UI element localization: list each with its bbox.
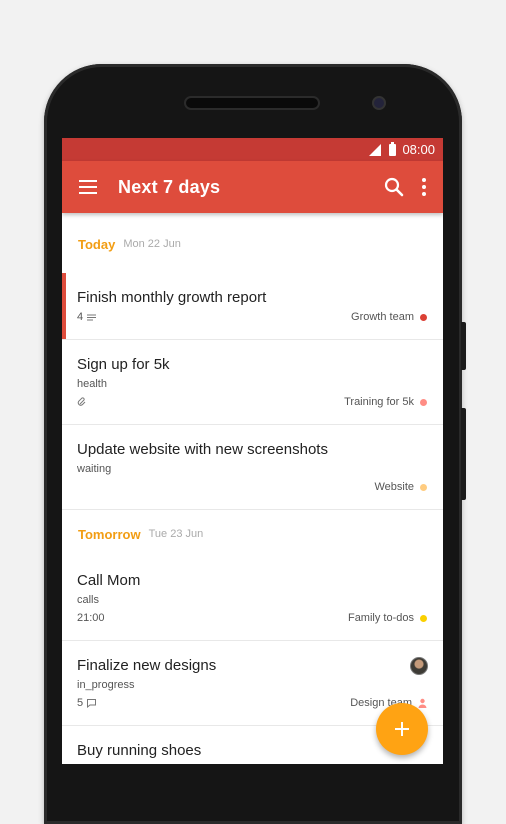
selected-indicator	[62, 273, 66, 339]
task-time: 21:00	[77, 612, 105, 624]
task-list: Today Mon 22 Jun Finish monthly growth r…	[62, 213, 443, 764]
add-task-button[interactable]	[376, 703, 428, 755]
search-icon[interactable]	[383, 176, 405, 198]
assignee-avatar[interactable]	[410, 657, 428, 675]
task-label: in_progress	[77, 679, 135, 691]
project-name: Family to-dos	[347, 612, 414, 624]
power-button	[461, 408, 466, 500]
task-item[interactable]: Finish monthly growth report 4 Growth te…	[62, 273, 443, 340]
project-name: Training for 5k	[344, 396, 414, 408]
app-screen: 08:00 Next 7 days Today Mon 22 Jun Finis…	[62, 138, 443, 764]
task-comments: 4	[77, 311, 97, 323]
task-label: health	[77, 378, 107, 390]
project-name: Growth team	[351, 311, 414, 323]
menu-icon[interactable]	[79, 180, 97, 194]
project-color-dot	[420, 614, 427, 622]
section-day: Tomorrow	[78, 526, 141, 542]
task-item[interactable]: Update website with new screenshots wait…	[62, 425, 443, 510]
task-item[interactable]: Call Mom calls 21:00 Family to-dos	[62, 556, 443, 641]
section-header-tomorrow: Tomorrow Tue 23 Jun	[62, 510, 443, 556]
task-label: waiting	[77, 463, 112, 475]
task-project[interactable]: Family to-dos	[348, 612, 427, 624]
more-vert-icon[interactable]	[421, 178, 427, 196]
task-name: Update website with new screenshots	[77, 441, 328, 458]
section-date: Mon 22 Jun	[123, 238, 181, 250]
task-comments: 5	[77, 697, 97, 709]
task-project[interactable]: Growth team	[351, 311, 427, 323]
task-project[interactable]: Training for 5k	[344, 396, 427, 408]
project-color-dot	[420, 313, 427, 321]
battery-icon	[389, 141, 397, 156]
section-date: Tue 23 Jun	[148, 528, 204, 540]
task-name: Sign up for 5k	[77, 356, 170, 373]
paperclip-icon	[77, 397, 86, 406]
section-header-today: Today Mon 22 Jun	[62, 213, 443, 273]
comment-count: 4	[77, 311, 84, 323]
task-label: calls	[77, 594, 100, 606]
signal-icon	[369, 143, 382, 156]
task-project[interactable]: Website	[374, 481, 427, 493]
notes-icon	[87, 314, 97, 320]
project-color-dot	[420, 483, 427, 491]
phone-camera	[372, 96, 386, 110]
app-bar: Next 7 days	[62, 161, 443, 213]
task-name: Call Mom	[77, 572, 141, 589]
person-icon	[418, 698, 427, 708]
page-title: Next 7 days	[118, 176, 221, 197]
volume-button	[461, 322, 466, 370]
task-name: Finish monthly growth report	[77, 289, 267, 306]
status-bar: 08:00	[62, 138, 443, 161]
project-color-dot	[420, 398, 427, 406]
task-name: Buy running shoes	[77, 742, 202, 759]
comment-icon	[87, 699, 97, 708]
section-day: Today	[78, 236, 116, 252]
task-item[interactable]: Sign up for 5k health Training for 5k	[62, 340, 443, 425]
project-name: Website	[374, 481, 414, 493]
task-attachment	[77, 397, 87, 407]
comment-count: 5	[77, 697, 84, 709]
task-name: Finalize new designs	[77, 657, 217, 674]
phone-speaker	[184, 96, 320, 110]
status-time: 08:00	[402, 142, 435, 157]
